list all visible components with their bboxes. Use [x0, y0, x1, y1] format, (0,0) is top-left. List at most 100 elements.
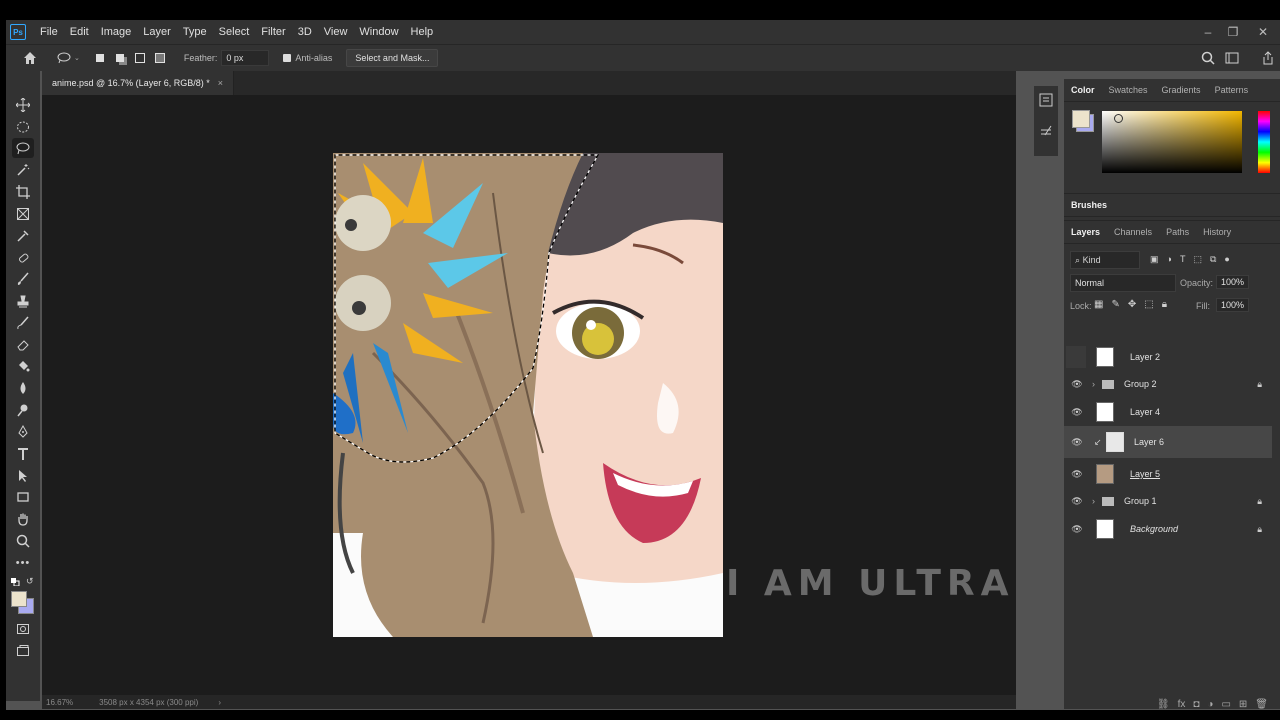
blend-mode-select[interactable]: Normal: [1070, 274, 1176, 292]
layer-row[interactable]: Layer 2: [1064, 344, 1272, 370]
magic-wand-icon[interactable]: [12, 160, 34, 180]
eraser-icon[interactable]: [12, 335, 34, 355]
layer-row[interactable]: 👁︎ › Group 1 🔒︎: [1064, 488, 1272, 514]
lock-artboard-icon[interactable]: ⬚: [1144, 299, 1153, 310]
panel-foreground-swatch[interactable]: [1072, 110, 1090, 128]
layer-row[interactable]: 👁︎ Layer 5: [1064, 461, 1272, 487]
new-group-icon[interactable]: ▭: [1221, 699, 1230, 713]
new-selection-icon[interactable]: [90, 48, 110, 68]
lock-transparent-icon[interactable]: ▦: [1094, 299, 1103, 310]
pen-tool-icon[interactable]: [12, 422, 34, 442]
fx-icon[interactable]: fx: [1178, 699, 1186, 713]
marquee-tool-icon[interactable]: [12, 117, 34, 137]
tab-history[interactable]: History: [1196, 227, 1238, 237]
delete-layer-icon[interactable]: 🗑︎: [1255, 699, 1268, 713]
hue-slider[interactable]: [1258, 111, 1270, 173]
eye-icon[interactable]: 👁︎: [1071, 495, 1083, 507]
tab-layers[interactable]: Layers: [1064, 227, 1107, 237]
lock-all-icon[interactable]: 🔒︎: [1162, 299, 1167, 310]
menu-window[interactable]: Window: [353, 26, 404, 38]
color-picker-field[interactable]: [1102, 111, 1242, 173]
menu-select[interactable]: Select: [213, 26, 256, 38]
document-info[interactable]: 3508 px x 4354 px (300 ppi): [99, 698, 198, 707]
filter-shape-icon[interactable]: ⬚: [1193, 254, 1202, 265]
home-icon[interactable]: [20, 48, 40, 68]
chevron-right-icon[interactable]: ›: [1092, 496, 1095, 506]
select-and-mask-button[interactable]: Select and Mask...: [346, 49, 439, 67]
menu-layer[interactable]: Layer: [137, 26, 177, 38]
lock-position-icon[interactable]: ✥: [1128, 299, 1136, 310]
swap-colors-icon[interactable]: ↺: [26, 576, 36, 586]
tab-gradients[interactable]: Gradients: [1155, 85, 1208, 95]
close-tab-icon[interactable]: ×: [218, 78, 223, 88]
eye-icon[interactable]: 👁︎: [1071, 468, 1083, 480]
workspace-icon[interactable]: [1222, 48, 1242, 68]
chevron-right-icon[interactable]: ›: [1092, 379, 1095, 389]
document-tab[interactable]: anime.psd @ 16.7% (Layer 6, RGB/8) * ×: [42, 71, 234, 95]
fill-input[interactable]: 100%: [1216, 298, 1250, 312]
filter-toggle-icon[interactable]: ●: [1224, 254, 1229, 264]
minimize-icon[interactable]: –: [1196, 20, 1220, 44]
menu-view[interactable]: View: [318, 26, 354, 38]
subtract-selection-icon[interactable]: [130, 48, 150, 68]
brush-tool-icon[interactable]: [12, 269, 34, 289]
add-mask-icon[interactable]: ◘: [1193, 699, 1199, 713]
lasso-tool-preset-icon[interactable]: [54, 48, 74, 68]
healing-brush-icon[interactable]: [12, 248, 34, 268]
eye-icon[interactable]: 👁︎: [1071, 436, 1083, 448]
document-canvas[interactable]: [333, 153, 723, 637]
tab-brushes[interactable]: Brushes: [1064, 200, 1114, 210]
chevron-down-icon[interactable]: ⌄: [74, 54, 80, 62]
quick-mask-icon[interactable]: [12, 619, 34, 639]
properties-panel-icon[interactable]: [1038, 92, 1054, 108]
layer-filter-select[interactable]: ⌕ Kind: [1070, 251, 1140, 269]
new-layer-icon[interactable]: ⊞: [1239, 699, 1247, 713]
antialias-checkbox[interactable]: [283, 54, 292, 62]
intersect-selection-icon[interactable]: [150, 48, 170, 68]
blur-tool-icon[interactable]: [12, 378, 34, 398]
eye-icon[interactable]: 👁︎: [1071, 406, 1083, 418]
layer-row[interactable]: 👁︎ Layer 4: [1064, 399, 1272, 425]
tab-color[interactable]: Color: [1064, 85, 1102, 95]
layer-row[interactable]: 👁︎ › Group 2 🔒︎: [1064, 371, 1272, 397]
default-colors-icon[interactable]: [11, 577, 21, 587]
status-menu-arrow[interactable]: ›: [218, 698, 221, 707]
opacity-input[interactable]: 100%: [1216, 275, 1250, 289]
type-tool-icon[interactable]: [12, 444, 34, 464]
tab-channels[interactable]: Channels: [1107, 227, 1159, 237]
filter-adjustment-icon[interactable]: ◑: [1167, 254, 1172, 264]
tab-patterns[interactable]: Patterns: [1208, 85, 1256, 95]
feather-input[interactable]: 0 px: [221, 50, 270, 66]
tab-swatches[interactable]: Swatches: [1102, 85, 1155, 95]
menu-3d[interactable]: 3D: [292, 26, 318, 38]
search-icon[interactable]: [1198, 48, 1218, 68]
layer-row[interactable]: 👁︎ Background 🔒︎: [1064, 516, 1272, 542]
frame-tool-icon[interactable]: [12, 204, 34, 224]
visibility-toggle-empty[interactable]: [1066, 346, 1086, 368]
menu-help[interactable]: Help: [405, 26, 440, 38]
menu-filter[interactable]: Filter: [255, 26, 291, 38]
eye-icon[interactable]: 👁︎: [1071, 523, 1083, 535]
crop-tool-icon[interactable]: [12, 182, 34, 202]
menu-edit[interactable]: Edit: [64, 26, 95, 38]
foreground-color-swatch[interactable]: [11, 591, 27, 607]
photoshop-logo[interactable]: Ps: [10, 24, 26, 40]
eyedropper-icon[interactable]: [12, 226, 34, 246]
menu-image[interactable]: Image: [95, 26, 138, 38]
paint-bucket-icon[interactable]: [12, 356, 34, 376]
dodge-tool-icon[interactable]: [12, 400, 34, 420]
link-layers-icon[interactable]: ⛓︎: [1157, 699, 1170, 713]
adjustment-layer-icon[interactable]: ◑: [1207, 699, 1213, 713]
menu-type[interactable]: Type: [177, 26, 213, 38]
zoom-level[interactable]: 16.67%: [46, 698, 73, 707]
tab-paths[interactable]: Paths: [1159, 227, 1196, 237]
clone-stamp-icon[interactable]: [12, 291, 34, 311]
history-brush-icon[interactable]: [12, 313, 34, 333]
add-selection-icon[interactable]: [110, 48, 130, 68]
rectangle-tool-icon[interactable]: [12, 487, 34, 507]
filter-smart-object-icon[interactable]: ⧉: [1210, 254, 1216, 265]
lasso-tool-icon[interactable]: [12, 138, 34, 158]
canvas-workspace[interactable]: I AM ULTRA: [42, 95, 1016, 695]
hand-tool-icon[interactable]: [12, 509, 34, 529]
more-tools-icon[interactable]: •••: [12, 553, 34, 573]
